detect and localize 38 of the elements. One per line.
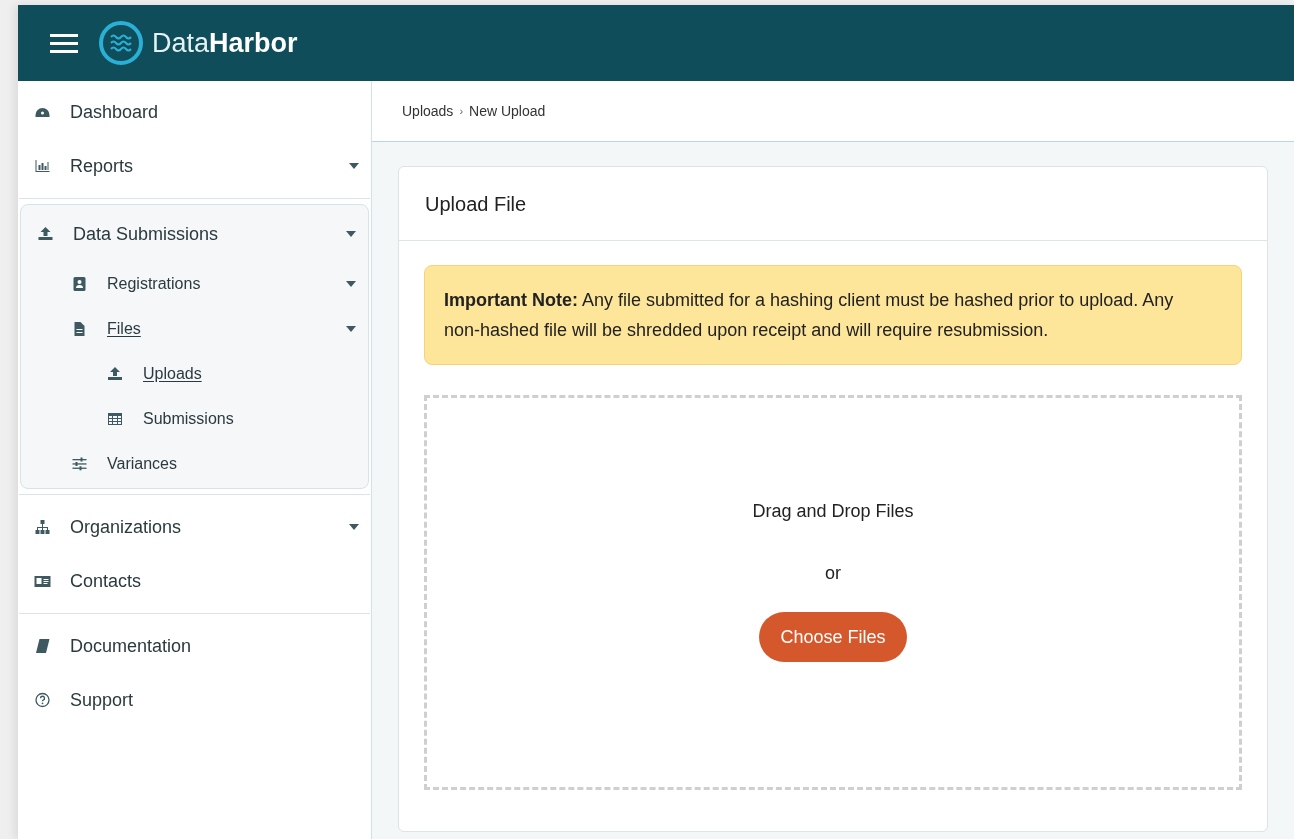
nav-item[interactable]: Organizations bbox=[18, 500, 371, 554]
waves-logo-icon bbox=[98, 20, 144, 66]
nav-item[interactable]: Submissions bbox=[21, 396, 368, 441]
nav-item[interactable]: Uploads bbox=[21, 351, 368, 396]
nav-item[interactable]: Contacts bbox=[18, 554, 371, 608]
menu-icon[interactable] bbox=[50, 33, 78, 53]
nav-item[interactable]: Files bbox=[21, 306, 368, 351]
brand-name[interactable]: DataHarbor bbox=[152, 22, 298, 64]
caret-icon[interactable] bbox=[346, 325, 356, 332]
nav-item[interactable]: Reports bbox=[18, 139, 371, 193]
dropzone[interactable]: Drag and Drop Files or Choose Files bbox=[424, 395, 1242, 790]
nav-item[interactable]: Dashboard bbox=[18, 85, 371, 139]
choose-files-button[interactable]: Choose Files bbox=[759, 612, 907, 662]
dropzone-prompt: Drag and Drop Files bbox=[752, 500, 914, 523]
caret-icon[interactable] bbox=[349, 163, 359, 169]
upload-icon bbox=[107, 365, 123, 382]
breadcrumb-separator: › bbox=[459, 103, 464, 119]
bar-chart-icon bbox=[34, 158, 51, 174]
nav-item[interactable]: Registrations bbox=[21, 261, 368, 306]
card-title: Upload File bbox=[425, 191, 527, 217]
breadcrumb-item[interactable]: Uploads bbox=[402, 100, 454, 122]
nav-item[interactable]: Variances bbox=[21, 441, 368, 486]
sliders-icon bbox=[71, 455, 88, 472]
nav-item[interactable]: Support bbox=[18, 673, 371, 727]
nav-item[interactable]: Documentation bbox=[18, 619, 371, 673]
breadcrumb-item: New Upload bbox=[469, 101, 546, 121]
sitemap-icon bbox=[34, 519, 51, 535]
note-text: Important Note: Any file submitted for a hashing client must be hashed prior to upload. Any non-hashed file will be shredded upon receipt and will require resubmission. bbox=[444, 289, 1175, 342]
caret-icon[interactable] bbox=[346, 280, 356, 287]
or-text: or bbox=[825, 562, 841, 585]
id-card-icon bbox=[34, 573, 51, 589]
help-icon bbox=[34, 692, 51, 708]
caret-icon[interactable] bbox=[346, 231, 356, 237]
contact-book-icon bbox=[71, 275, 88, 292]
nav-item[interactable]: Data Submissions bbox=[21, 207, 368, 261]
table-icon bbox=[107, 410, 123, 427]
upload-icon bbox=[37, 226, 54, 242]
caret-icon[interactable] bbox=[349, 524, 359, 530]
